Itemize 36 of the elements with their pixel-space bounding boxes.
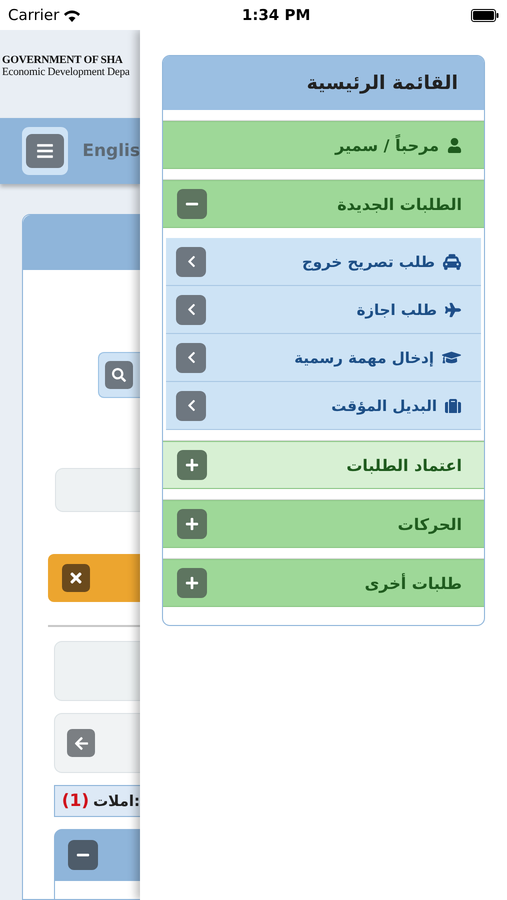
menu-section[interactable]: الطلبات الجديدة [163,180,484,228]
count-label: املات: [93,792,140,810]
menu-section[interactable]: طلبات أخرى [163,559,484,607]
taxi-icon [443,252,461,270]
suitcase-icon [445,398,461,414]
user-icon [447,138,462,152]
carrier-label: Carrier [8,6,60,24]
header-title: GOVERNMENT OF SHA [1,54,124,66]
battery-icon [470,8,499,22]
chevron-icon [176,342,206,372]
submenu-item[interactable]: البديل المؤقت [166,382,481,430]
input-field[interactable] [55,468,140,512]
plane-icon [445,302,461,318]
header-subtitle: Economic Development Depa [1,66,131,78]
back-button[interactable] [67,729,95,757]
welcome-text: مرحباً / سمير [335,136,439,154]
menu-button[interactable] [22,127,68,175]
status-time: 1:34 PM [242,6,310,24]
chevron-icon [176,390,206,420]
submenu-item[interactable]: طلب تصريح خروج [166,238,481,286]
collapse-button[interactable] [68,840,98,870]
close-icon [68,570,84,586]
search-icon [112,368,126,382]
submenu-item[interactable]: طلب اجازة [166,286,481,334]
chevron-icon [176,246,206,276]
chevron-icon [176,294,206,324]
clear-button[interactable] [48,554,140,602]
search-button[interactable] [98,352,140,398]
wifi-icon [63,8,82,22]
menu-section[interactable]: اعتماد الطلبات [163,441,484,489]
menu-section[interactable]: الحركات [163,500,484,548]
arrow-left-icon [74,736,88,750]
count-value: (1) [62,791,90,811]
menu-icon [36,142,54,160]
menu-title: القائمة الرئيسية [163,56,484,110]
submenu-item[interactable]: إدخال مهمة رسمية [166,334,481,382]
